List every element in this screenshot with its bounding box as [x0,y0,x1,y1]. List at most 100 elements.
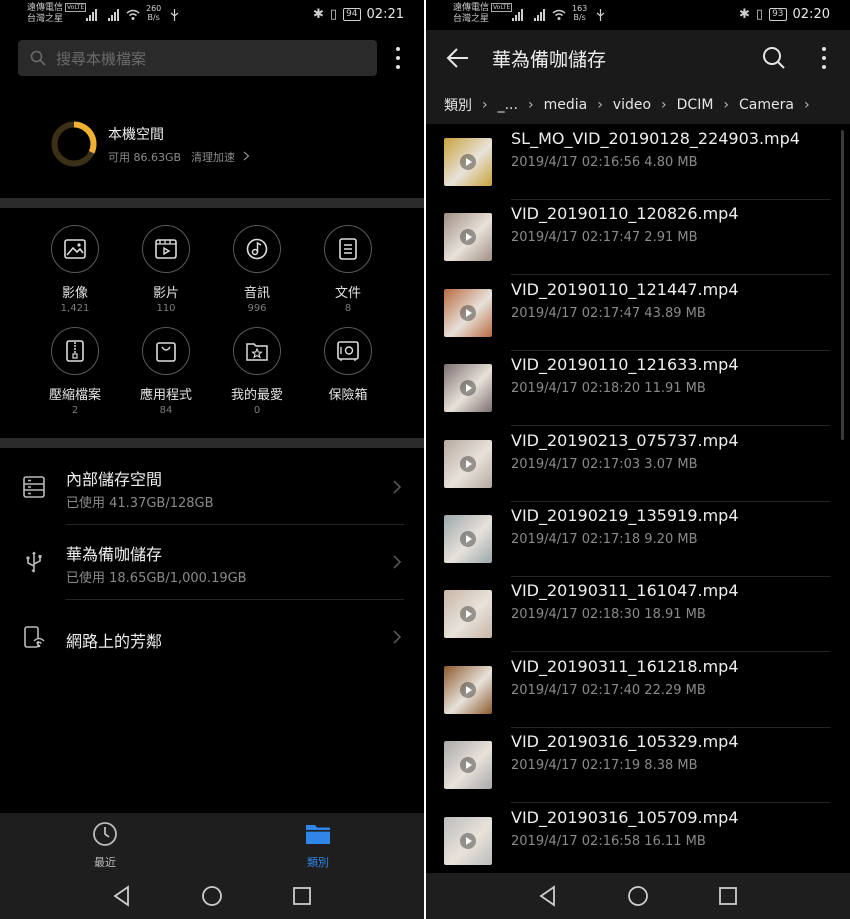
status-bar: 遠傳電信 VoLTE 台灣之星 163 B/s ✱ ▯ 93 02:20 [426,0,850,30]
play-icon [460,154,476,170]
category-videos[interactable]: 影片 110 [121,225,211,314]
breadcrumb-item[interactable]: video [613,97,651,113]
search-icon [30,50,46,66]
breadcrumb-item[interactable]: DCIM [677,97,714,113]
storage-subtitle: 可用 86.63GB 清理加速 [108,149,250,165]
file-name: VID_20190316_105709.mp4 [511,808,739,827]
status-right: ✱ ▯ 94 02:21 [313,7,404,22]
category-count: 1,421 [60,303,90,314]
chevron-right-icon: › [597,97,603,113]
file-manager-home-screen: 遠傳電信 VoLTE 台灣之星 260 B/s ✱ ▯ 94 02:21 搜尋本機檔… [0,0,424,919]
home-nav-icon[interactable] [627,885,649,907]
video-thumbnail [444,440,492,488]
volte-badge: VoLTE [491,3,513,12]
more-options-button[interactable] [388,43,408,73]
category-images[interactable]: 影像 1,421 [30,225,120,314]
carrier-line1: 遠傳電信 [453,3,490,13]
wifi-icon [126,9,140,20]
video-thumbnail [444,364,492,412]
location-title: 內部儲存空間 [66,470,163,489]
file-name: VID_20190311_161218.mp4 [511,657,739,676]
breadcrumb: 類別 › _... › media › video › DCIM › Camera › [426,86,850,124]
category-favorites[interactable]: 我的最愛 0 [212,327,302,416]
internal-storage-row[interactable]: 內部儲存空間 已使用 41.37GB/128GB [0,449,424,524]
category-label: 影片 [152,286,179,301]
breadcrumb-item[interactable]: 類別 [444,95,472,115]
network-neighborhood-row[interactable]: 網路上的芳鄰 [0,599,424,674]
more-options-button[interactable] [814,43,834,73]
chevron-right-icon: › [661,97,667,113]
category-documents[interactable]: 文件 8 [303,225,393,314]
app-bar: 華為備咖儲存 [426,30,850,86]
file-row[interactable]: VID_20190213_075737.mp4 2019/4/17 02:17:0… [426,427,850,502]
clock-icon [93,822,117,846]
video-icon [142,225,190,273]
play-icon [460,833,476,849]
category-apps[interactable]: 應用程式 84 [121,327,211,416]
category-safe[interactable]: 保險箱 [303,327,393,405]
app-bag-icon [142,327,190,375]
file-row[interactable]: VID_20190311_161047.mp4 2019/4/17 02:18:3… [426,577,850,652]
tab-categories[interactable]: 類別 [283,821,353,870]
file-row[interactable]: VID_20190110_121447.mp4 2019/4/17 02:17:4… [426,276,850,351]
file-meta: 2019/4/17 02:16:58 16.11 MB [511,834,706,849]
category-count: 8 [344,303,352,314]
storage-summary[interactable]: 本機空間 可用 86.63GB 清理加速 [50,120,380,168]
huawei-backup-storage-row[interactable]: 華為備咖儲存 已使用 18.65GB/1,000.19GB [0,524,424,599]
system-nav-bar [426,873,850,919]
storage-usage-ring [51,121,97,167]
battery-level: 94 [343,8,361,21]
battery-level: 93 [769,8,787,21]
breadcrumb-item[interactable]: media [544,97,588,113]
carrier-line2: 台灣之星 [27,14,64,24]
search-icon[interactable] [762,46,786,70]
file-row[interactable]: VID_20190316_105709.mp4 2019/4/17 02:16:5… [426,804,850,879]
file-row[interactable]: VID_20190219_135919.mp4 2019/4/17 02:17:1… [426,502,850,577]
system-nav-bar [0,873,424,919]
category-archives[interactable]: 壓縮檔案 2 [30,327,120,416]
back-nav-icon[interactable] [537,885,559,907]
document-icon [324,225,372,273]
signal-icon [534,9,548,21]
file-row[interactable]: VID_20190110_120826.mp4 2019/4/17 02:17:4… [426,200,850,275]
back-arrow-icon[interactable] [446,46,470,70]
chevron-right-icon: › [803,97,810,113]
search-input[interactable]: 搜尋本機檔案 [18,40,377,76]
carrier-label: 遠傳電信 VoLTE 台灣之星 [453,3,513,25]
clean-up-link[interactable]: 清理加速 [191,151,235,164]
tab-recent[interactable]: 最近 [70,821,140,870]
network-neighborhood-icon [24,626,45,648]
category-label: 影像 [61,286,88,301]
video-thumbnail [444,289,492,337]
category-label: 壓縮檔案 [48,388,101,403]
section-divider [0,198,424,208]
recents-nav-icon[interactable] [291,885,313,907]
music-icon [233,225,281,273]
file-row[interactable]: VID_20190316_105329.mp4 2019/4/17 02:17:1… [426,728,850,803]
file-row[interactable]: SL_MO_VID_20190128_224903.mp4 2019/4/17 0… [426,125,850,200]
play-icon [460,456,476,472]
file-row[interactable]: VID_20190110_121633.mp4 2019/4/17 02:18:2… [426,351,850,426]
recents-nav-icon[interactable] [717,885,739,907]
scrollbar[interactable] [841,130,844,440]
category-label: 我的最愛 [230,388,283,403]
play-icon [460,380,476,396]
breadcrumb-item[interactable]: Camera [739,97,794,113]
video-thumbnail [444,817,492,865]
breadcrumb-item[interactable]: _... [498,97,518,113]
file-row[interactable]: VID_20190311_161218.mp4 2019/4/17 02:17:4… [426,653,850,728]
internal-storage-icon [23,476,45,498]
video-thumbnail [444,213,492,261]
home-nav-icon[interactable] [201,885,223,907]
section-divider [0,438,424,448]
play-icon [460,606,476,622]
file-name: VID_20190316_105329.mp4 [511,732,739,751]
back-nav-icon[interactable] [111,885,133,907]
chevron-right-icon: › [527,97,534,113]
vibrate-icon: ▯ [755,7,764,22]
carrier-line1: 遠傳電信 [27,3,64,13]
category-audio[interactable]: 音訊 996 [212,225,302,314]
file-name: VID_20190311_161047.mp4 [511,581,739,600]
file-meta: 2019/4/17 02:17:47 43.89 MB [511,306,706,321]
clock: 02:20 [792,7,830,22]
